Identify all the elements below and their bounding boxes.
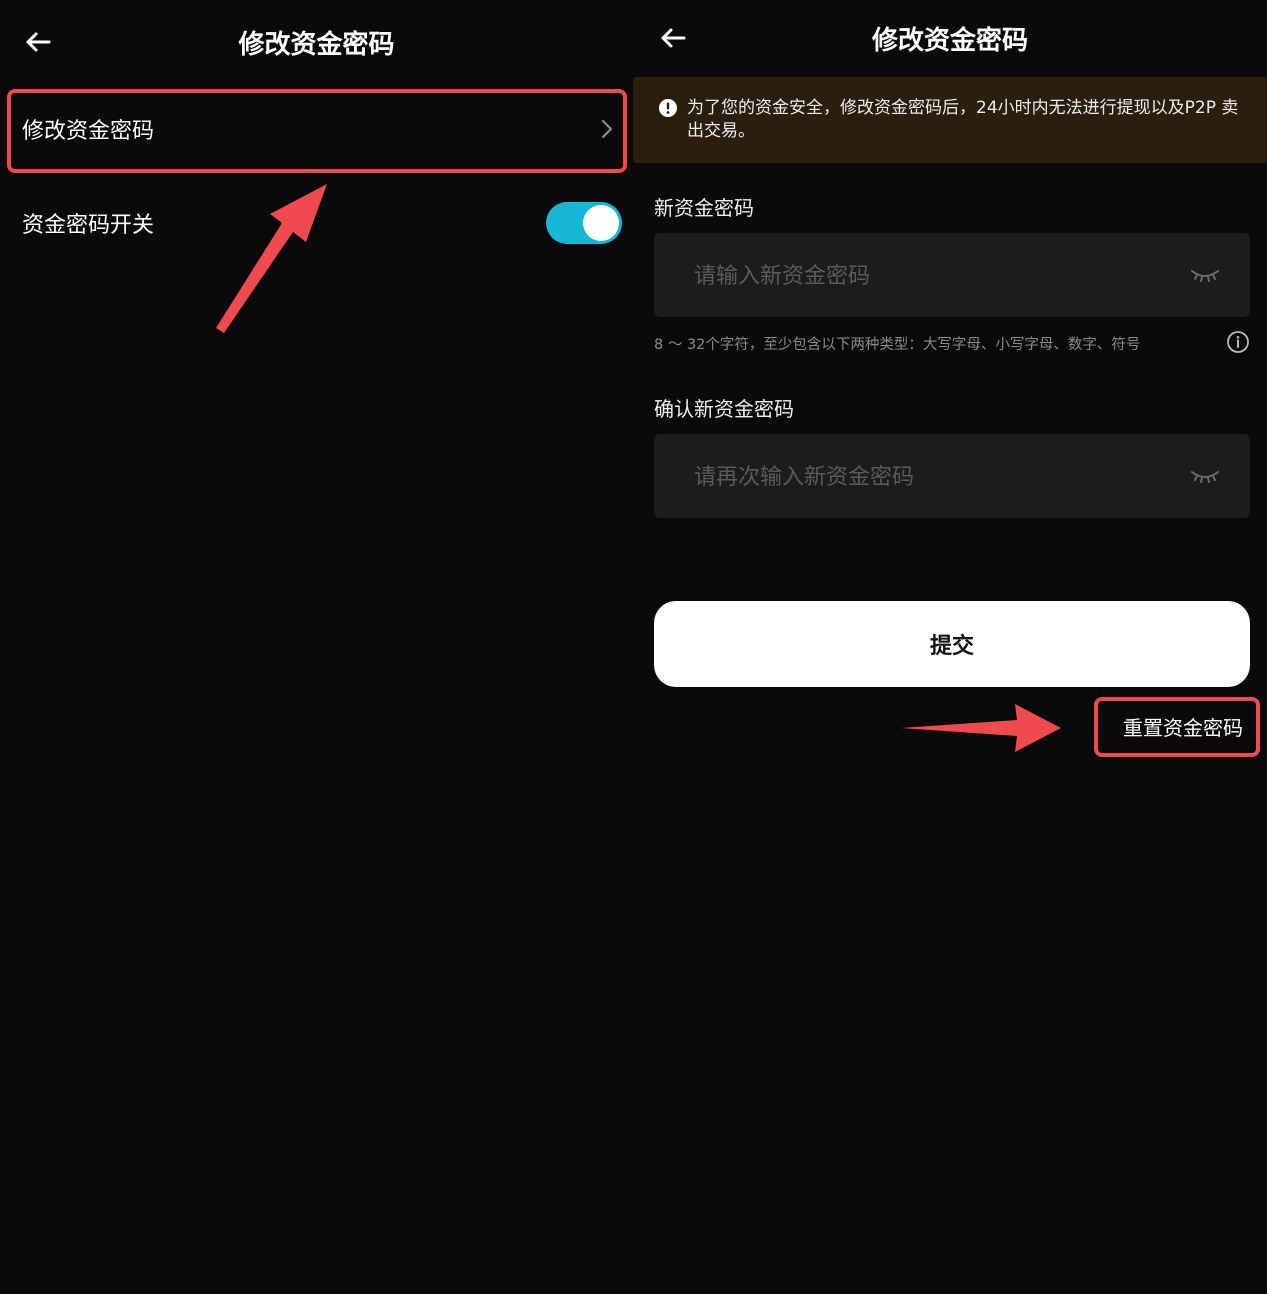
hint-text: 8 ～ 32个字符，至少包含以下两种类型：大写字母、小写字母、数字、符号 <box>654 337 1141 353</box>
row-label: 资金密码开关 <box>22 213 155 238</box>
info-icon[interactable] <box>1226 330 1250 354</box>
submit-button[interactable]: 提交 <box>654 601 1250 687</box>
warning-icon <box>659 99 677 117</box>
notice-text: 为了您的资金安全，修改资金密码后，24小时内无法进行提现以及P2P 卖出交易。 <box>687 98 1239 141</box>
password-rule-hint: 8 ～ 32个字符，至少包含以下两种类型：大写字母、小写字母、数字、符号 <box>654 330 1250 354</box>
chevron-right-icon <box>600 118 614 140</box>
confirm-password-label: 确认新资金密码 <box>654 397 794 421</box>
reset-fund-password-link[interactable]: 重置资金密码 <box>1123 712 1243 741</box>
fund-password-toggle[interactable] <box>546 202 622 244</box>
annotation-arrow-icon <box>901 704 1061 752</box>
new-password-label: 新资金密码 <box>654 196 754 220</box>
confirm-password-field <box>654 434 1250 520</box>
confirm-password-input[interactable] <box>692 434 1176 520</box>
change-fund-password-row[interactable]: 修改资金密码 <box>10 92 624 166</box>
new-password-field <box>654 233 1250 319</box>
new-password-input[interactable] <box>692 233 1176 319</box>
row-label: 修改资金密码 <box>22 119 155 144</box>
eye-closed-icon[interactable] <box>1190 267 1220 283</box>
eye-closed-icon[interactable] <box>1190 468 1220 484</box>
change-fund-password-screen: 修改资金密码 为了您的资金安全，修改资金密码后，24小时内无法进行提现以及P2P… <box>633 0 1267 1294</box>
fund-password-switch-row: 资金密码开关 <box>10 186 624 260</box>
page-title: 修改资金密码 <box>871 26 1028 56</box>
toggle-knob <box>583 205 619 241</box>
page-title: 修改资金密码 <box>238 30 395 60</box>
settings-screen: 修改资金密码 修改资金密码 资金密码开关 <box>0 0 633 1294</box>
security-notice: 为了您的资金安全，修改资金密码后，24小时内无法进行提现以及P2P 卖出交易。 <box>633 77 1267 163</box>
